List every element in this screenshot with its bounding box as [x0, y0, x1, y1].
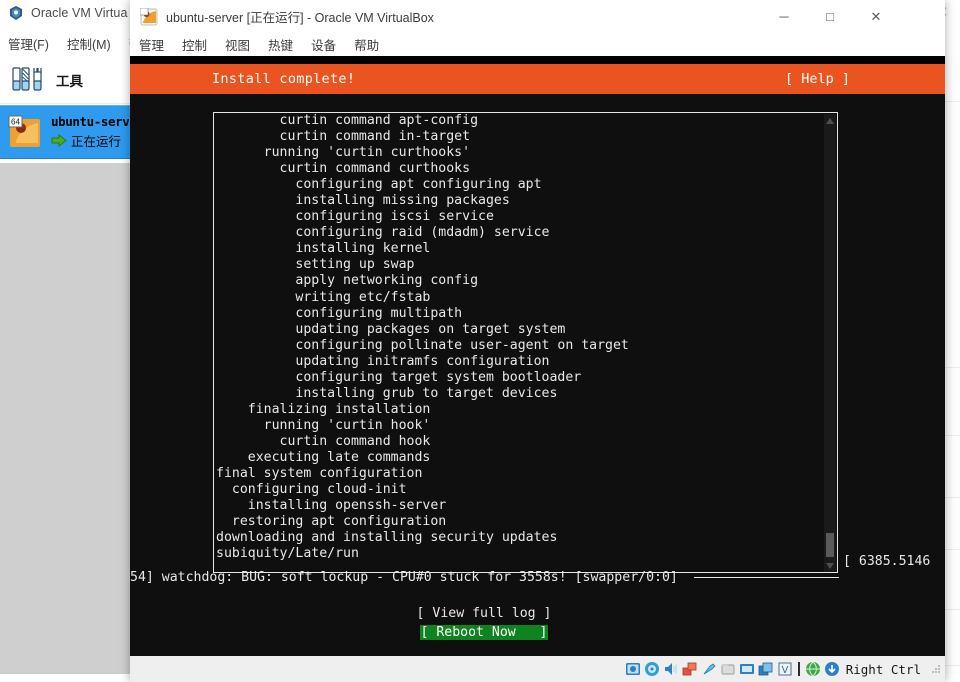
log-line: installing kernel: [216, 241, 431, 257]
vm-menu-item-control[interactable]: 控制: [182, 35, 207, 54]
virtualization-icon[interactable]: V: [777, 661, 793, 677]
installer-title: Install complete!: [212, 71, 356, 87]
log-line: setting up swap: [216, 257, 415, 273]
log-line: writing etc/fstab: [216, 289, 431, 305]
log-line: executing late commands: [216, 449, 431, 465]
vm-menu-bar: 管理 控制 视图 热键 设备 帮助: [130, 33, 945, 56]
log-line: running 'curtin curthooks': [216, 145, 471, 161]
log-line: curtin command apt-config: [216, 113, 479, 128]
scrollbar-thumb[interactable]: [826, 533, 834, 557]
installer-header: Install complete! [ Help ]: [130, 64, 945, 94]
install-log-box: curtin command apt-config curtin command…: [213, 112, 838, 573]
log-line: running 'curtin hook': [216, 417, 431, 433]
vm-menu-item-manage[interactable]: 管理: [139, 35, 164, 54]
log-scrollbar[interactable]: [824, 114, 836, 572]
log-line: updating initramfs configuration: [216, 353, 550, 369]
manager-menu-item-control[interactable]: 控制(M): [67, 34, 111, 53]
log-line: updating packages on target system: [216, 321, 566, 337]
log-line: configuring multipath: [216, 305, 463, 321]
tools-icon: [10, 64, 50, 96]
log-line: configuring cloud-init: [216, 482, 407, 498]
network-icon[interactable]: [682, 661, 698, 677]
log-line: subiquity/Late/run: [216, 546, 359, 562]
sidebar-vm-name: ubuntu-serv: [51, 114, 130, 129]
log-line: configuring target system bootloader: [216, 369, 582, 385]
watchdog-rule: [694, 577, 839, 578]
audio-icon[interactable]: [663, 661, 679, 677]
maximize-button[interactable]: □: [807, 0, 853, 33]
log-line: finalizing installation: [216, 401, 431, 417]
log-line: configuring apt configuring apt: [216, 177, 542, 193]
vm-menu-item-input[interactable]: 热键: [268, 35, 293, 54]
green-arrow-icon: [51, 134, 67, 147]
log-line: downloading and installing security upda…: [216, 530, 558, 546]
vm-menu-item-view[interactable]: 视图: [225, 35, 250, 54]
sidebar-vm-state-label: 正在运行: [71, 135, 122, 149]
sidebar-item-ubuntu-server[interactable]: 64 ubuntu-serv 正在运行: [0, 105, 134, 159]
help-button[interactable]: [ Help ]: [785, 71, 850, 87]
log-line: configuring raid (mdadm) service: [216, 225, 550, 241]
log-line: curtin command hook: [216, 433, 431, 449]
virtualbox-vm-icon: [139, 7, 158, 26]
log-line: configuring iscsi service: [216, 209, 494, 225]
watchdog-message: 54] watchdog: BUG: soft lockup - CPU#0 s…: [130, 570, 678, 585]
log-line: curtin command in-target: [216, 129, 471, 145]
vm-title-bar: ubuntu-server [正在运行] - Oracle VM Virtual…: [130, 0, 945, 33]
usb-icon[interactable]: [701, 661, 717, 677]
manager-menu-item-manage[interactable]: 管理(F): [8, 34, 49, 53]
sidebar-empty-area: [0, 163, 134, 682]
recording-icon[interactable]: [758, 661, 774, 677]
svg-text:64: 64: [11, 118, 20, 127]
sidebar-item-tools[interactable]: 工具: [0, 57, 134, 104]
guest-screen[interactable]: Install complete! [ Help ] curtin comman…: [130, 56, 945, 656]
close-button[interactable]: ✕: [853, 0, 899, 33]
log-line: installing openssh-server: [216, 498, 447, 514]
view-full-log-button[interactable]: [ View full log ]: [417, 606, 552, 621]
sidebar-tools-label: 工具: [56, 74, 83, 89]
manager-title-text: Oracle VM Virtua: [31, 6, 128, 20]
log-line: apply networking config: [216, 273, 479, 289]
vm-title-text: ubuntu-server [正在运行] - Oracle VM Virtual…: [166, 11, 434, 25]
manager-sidebar: 工具 64 ubuntu-serv 正在运行: [0, 57, 134, 682]
shared-folder-icon[interactable]: [720, 661, 736, 677]
vm-status-bar: V Right Ctrl: [130, 656, 945, 682]
screen-top-margin: [130, 56, 945, 64]
install-log-lines: curtin command apt-config curtin command…: [214, 113, 837, 562]
installer-actions: [ View full log ] [ Reboot Now ]: [130, 602, 838, 640]
globe-icon[interactable]: [805, 661, 821, 677]
reboot-now-button[interactable]: [ Reboot Now ]: [420, 625, 548, 640]
log-line: final system configuration: [216, 466, 423, 482]
host-key-icon[interactable]: [824, 661, 840, 677]
hard-disk-icon[interactable]: [625, 661, 641, 677]
vm-status-icons: V: [625, 661, 840, 677]
status-separator: [797, 662, 800, 676]
vm-menu-item-devices[interactable]: 设备: [311, 35, 336, 54]
log-line: installing missing packages: [216, 193, 510, 209]
sidebar-vm-state: 正在运行: [51, 131, 129, 150]
scroll-up-icon[interactable]: [825, 116, 835, 126]
svg-text:V: V: [781, 665, 788, 676]
log-line: installing grub to target devices: [216, 385, 558, 401]
log-line: restoring apt configuration: [216, 514, 447, 530]
kernel-timestamp: [ 6385.5146: [843, 554, 931, 569]
resize-grip-icon[interactable]: [931, 664, 941, 674]
optical-drive-icon[interactable]: [644, 661, 660, 677]
host-key-label: Right Ctrl: [845, 661, 921, 677]
log-line: configuring pollinate user-agent on targ…: [216, 337, 629, 353]
display-icon[interactable]: [739, 661, 755, 677]
vm-menu-item-help[interactable]: 帮助: [354, 35, 379, 54]
ubuntu-vm-icon: 64: [8, 115, 44, 149]
minimize-button[interactable]: ─: [761, 0, 807, 33]
scroll-down-icon[interactable]: [825, 561, 835, 571]
log-line: curtin command curthooks: [216, 161, 471, 177]
vm-window: ubuntu-server [正在运行] - Oracle VM Virtual…: [130, 0, 945, 682]
sidebar-vm-texts: ubuntu-serv 正在运行: [51, 114, 129, 150]
virtualbox-logo-icon: [8, 5, 24, 21]
